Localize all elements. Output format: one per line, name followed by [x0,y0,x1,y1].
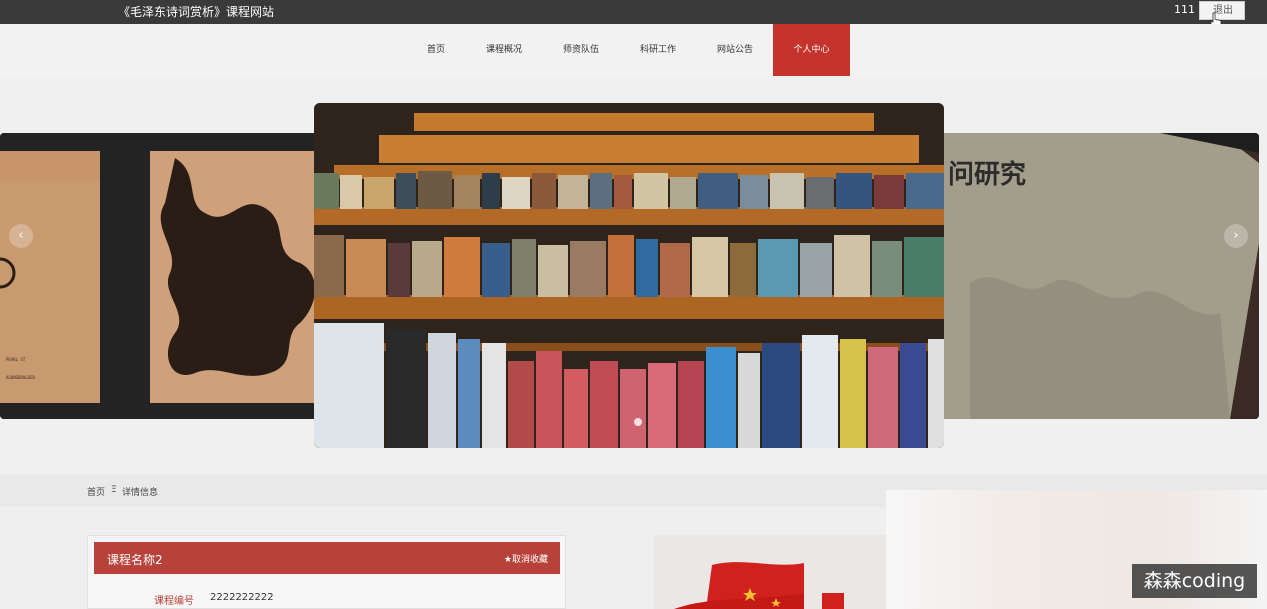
book-row-1 [314,171,944,209]
site-title: 《毛泽东诗词赏析》课程网站 [118,5,275,19]
svg-text:PEARL ST: PEARL ST [6,357,26,362]
course-code-label: 课程编号 [154,596,194,607]
logout-button[interactable]: 退出 [1199,1,1245,20]
carousel-slide-active[interactable] [314,103,944,448]
nav-item-personal-center[interactable]: 个人中心 [773,24,850,76]
nav-item-research[interactable]: 科研工作 [632,24,684,76]
carousel-prev-button[interactable]: ‹ [9,224,33,248]
nav-item-announcements[interactable]: 网站公告 [709,24,761,76]
carousel-slide-next[interactable]: 问研究 [930,133,1259,419]
detail-card: 课程名称2 ★取消收藏 课程编号 2222222222 [87,535,566,609]
carousel-slide-prev[interactable]: PEARL ST ASONSBOULDER [0,133,330,419]
book-cover-image: 问研究 [930,133,1259,419]
svg-text:ASONSBOULDER: ASONSBOULDER [6,375,35,380]
course-code-value: 2222222222 [210,592,274,603]
course-title: 课程名称2 [107,553,163,567]
breadcrumb-home[interactable]: 首页 [87,485,105,498]
flag-decoration-image [654,535,888,609]
nav-item-home[interactable]: 首页 [413,24,459,76]
carousel-indicator-dot[interactable] [634,418,642,426]
carousel-next-button[interactable]: › [1224,224,1248,248]
course-side-image [654,535,888,609]
breadcrumb-separator-icon: Ξ [111,485,117,495]
book-row-2 [314,235,944,297]
top-bar: 《毛泽东诗词赏析》课程网站 111 退出 [0,0,1267,30]
username: 111 [1174,3,1195,16]
watermark: 森森coding [1132,564,1257,598]
banner-carousel: PEARL ST ASONSBOULDER 问研究 ‹ › [0,76,1267,472]
breadcrumb-current: 详情信息 [122,488,159,498]
detail-card-header: 课程名称2 ★取消收藏 [94,542,560,574]
book-cover-text: 问研究 [948,159,1026,190]
nav-item-course-overview[interactable]: 课程概况 [478,24,530,76]
bookshelf-image [314,103,944,448]
nav-item-faculty[interactable]: 师资队伍 [555,24,607,76]
unfavorite-button[interactable]: ★取消收藏 [504,552,548,565]
booklet-image: PEARL ST ASONSBOULDER [0,133,330,419]
main-nav: 首页 课程概况 师资队伍 科研工作 网站公告 个人中心 [0,24,1267,76]
